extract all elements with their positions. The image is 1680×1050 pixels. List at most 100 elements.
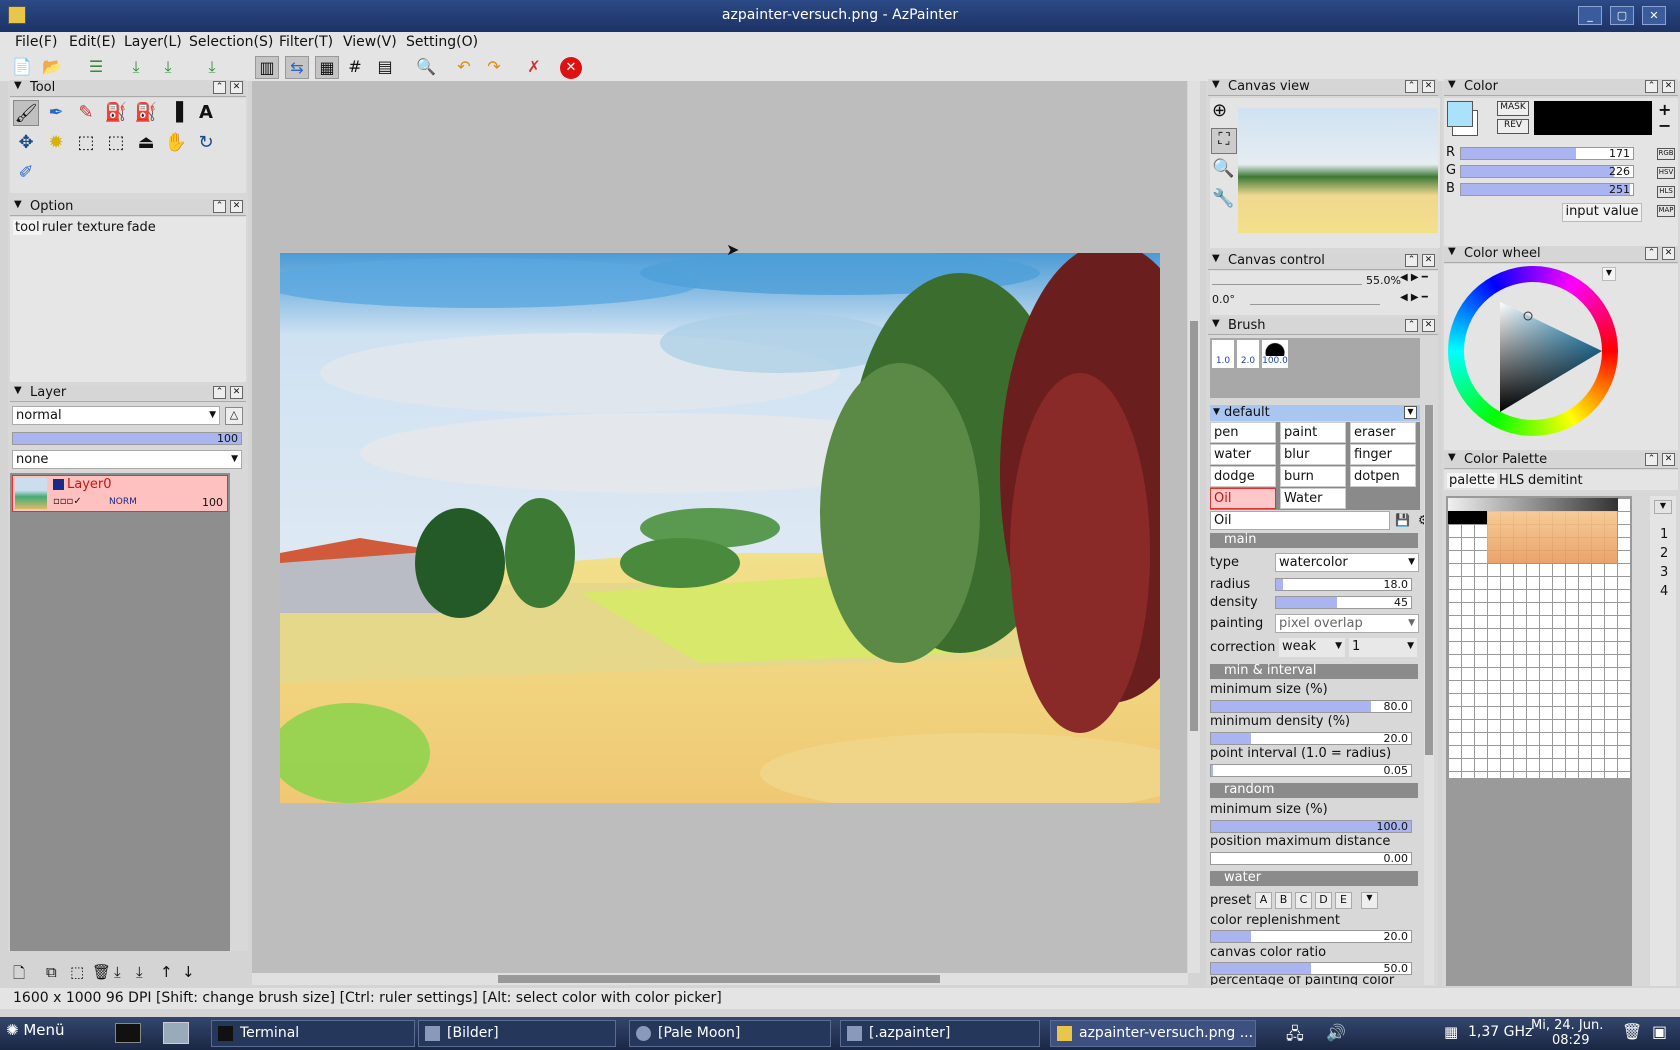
random-min-size-slider[interactable]: 100.0 bbox=[1210, 820, 1412, 833]
sv-triangle[interactable] bbox=[1448, 266, 1618, 436]
fill-erase-tool-icon[interactable]: ⛽ bbox=[133, 100, 159, 126]
zoom-slider[interactable] bbox=[1212, 273, 1362, 285]
panel-close-button[interactable]: ✕ bbox=[230, 200, 243, 213]
section-random[interactable]: random bbox=[1210, 783, 1418, 798]
layer-row-layer0[interactable]: Layer0 ▫▫▫✓ NORM 100 bbox=[12, 475, 228, 512]
brush-scrollbar[interactable] bbox=[1424, 405, 1434, 985]
stamp-tool-icon[interactable]: ⏏ bbox=[133, 130, 159, 156]
brush-burn[interactable]: burn bbox=[1280, 466, 1346, 487]
copy-layer-icon[interactable]: ⧉ bbox=[46, 963, 57, 981]
move-tool-icon[interactable]: ✥ bbox=[13, 130, 39, 156]
layout-icon[interactable]: ▥ bbox=[255, 56, 279, 79]
start-menu-button[interactable]: ✺ Menü bbox=[6, 1021, 65, 1039]
clock-time[interactable]: 08:29 bbox=[1552, 1033, 1589, 1048]
brush-tool-icon[interactable]: 🖌 bbox=[13, 100, 39, 126]
panel-close-button[interactable]: ✕ bbox=[1422, 319, 1435, 332]
zoom-icon[interactable]: 🔍 bbox=[414, 56, 438, 79]
panel-float-button[interactable]: ⌃ bbox=[213, 386, 226, 399]
menu-filter[interactable]: Filter(T) bbox=[279, 34, 333, 50]
hls-mode-button[interactable]: HLS bbox=[1657, 186, 1675, 198]
brush-size-3[interactable]: 100.0 bbox=[1262, 340, 1288, 368]
merge-all-icon[interactable]: ⤓ bbox=[136, 963, 143, 981]
show-desktop-icon[interactable]: ▣ bbox=[1652, 1022, 1667, 1041]
fg-color-swatch[interactable] bbox=[1447, 101, 1473, 127]
network-icon[interactable]: 🖧 bbox=[1286, 1023, 1304, 1050]
radius-slider[interactable]: 18.0 bbox=[1275, 578, 1412, 591]
hand-tool-icon[interactable]: ✋ bbox=[163, 130, 189, 156]
rgb-mode-button[interactable]: RGB bbox=[1657, 148, 1675, 160]
open-file-icon[interactable]: 📂 bbox=[40, 56, 64, 79]
zoom-step-buttons[interactable]: ◀ ▶ ━ bbox=[1400, 272, 1428, 283]
angle-step-buttons[interactable]: ◀ ▶ ━ bbox=[1400, 292, 1428, 303]
brush-name-field[interactable]: Oil bbox=[1210, 511, 1390, 530]
rotate-tool-icon[interactable]: ↻ bbox=[193, 130, 219, 156]
panel-float-button[interactable]: ⌃ bbox=[1645, 247, 1658, 260]
task-pale-moon[interactable]: [Pale Moon] bbox=[629, 1020, 831, 1047]
panel-close-button[interactable]: ✕ bbox=[1662, 247, 1675, 260]
delete-layer-icon[interactable]: 🗑 bbox=[92, 963, 111, 981]
brush-dotpen[interactable]: dotpen bbox=[1350, 466, 1416, 487]
brush-pen[interactable]: pen bbox=[1210, 422, 1276, 443]
panel-close-button[interactable]: ✕ bbox=[1422, 80, 1435, 93]
brush-type-select[interactable]: watercolor ▼ bbox=[1275, 553, 1419, 572]
preset-a[interactable]: A bbox=[1255, 892, 1272, 909]
fill-tool-icon[interactable]: ⛽ bbox=[103, 100, 129, 126]
hsv-mode-button[interactable]: HSV bbox=[1657, 167, 1675, 179]
undo-icon[interactable]: ↶ bbox=[452, 56, 476, 79]
interval-slider[interactable]: 0.05 bbox=[1210, 764, 1412, 777]
palette-gray-row[interactable] bbox=[1448, 498, 1618, 511]
menu-setting[interactable]: Setting(O) bbox=[406, 34, 478, 50]
painting-select[interactable]: pixel overlap ▼ bbox=[1275, 614, 1419, 633]
tab-palette[interactable]: palette bbox=[1447, 473, 1498, 488]
g-slider[interactable]: 226 bbox=[1460, 165, 1634, 178]
panel-close-button[interactable]: ✕ bbox=[230, 81, 243, 94]
vertical-scrollbar[interactable] bbox=[1188, 81, 1200, 973]
merge-down-icon[interactable]: ⤓ bbox=[114, 963, 121, 981]
brush-size-1[interactable]: 1.0 bbox=[1212, 340, 1234, 368]
panel-float-button[interactable]: ⌃ bbox=[1405, 319, 1418, 332]
task-azpainter-window[interactable]: azpainter-versuch.png ... bbox=[1050, 1020, 1256, 1047]
tab-hls[interactable]: HLS bbox=[1499, 473, 1524, 488]
panel-close-button[interactable]: ✕ bbox=[1422, 254, 1435, 267]
zoom-fit-icon[interactable]: ⊕ bbox=[1212, 100, 1227, 121]
tab-demitint[interactable]: demitint bbox=[1528, 473, 1583, 488]
palette-orange-cells[interactable] bbox=[1487, 511, 1617, 563]
brush-water-2[interactable]: Water bbox=[1280, 488, 1346, 509]
palette-page-4[interactable]: 4 bbox=[1660, 584, 1668, 599]
brush-water[interactable]: water bbox=[1210, 444, 1276, 465]
section-main[interactable]: main bbox=[1210, 533, 1418, 548]
new-file-icon[interactable]: 📄 bbox=[10, 56, 34, 79]
preset-c[interactable]: C bbox=[1295, 892, 1312, 909]
tab-texture[interactable]: texture bbox=[77, 220, 124, 235]
panel-close-button[interactable]: ✕ bbox=[230, 386, 243, 399]
brush-paint[interactable]: paint bbox=[1280, 422, 1346, 443]
text-tool-icon[interactable]: A bbox=[193, 100, 219, 126]
brush-finger[interactable]: finger bbox=[1350, 444, 1416, 465]
select-cursor-icon[interactable]: ⬚ bbox=[103, 130, 129, 156]
move-up-icon[interactable]: ↑ bbox=[160, 963, 173, 981]
color-picker-icon[interactable]: ✐ bbox=[13, 160, 39, 186]
clock-date[interactable]: Mi, 24. Jun. bbox=[1531, 1018, 1603, 1033]
split-grid-icon[interactable]: ▤ bbox=[373, 56, 397, 79]
mirror-icon[interactable]: ⇆ bbox=[285, 56, 309, 79]
min-size-slider[interactable]: 80.0 bbox=[1210, 700, 1412, 713]
panel-float-button[interactable]: ⌃ bbox=[1405, 80, 1418, 93]
task-azpainter-folder[interactable]: [.azpainter] bbox=[840, 1020, 1040, 1047]
maximize-button[interactable]: ▢ bbox=[1610, 6, 1634, 25]
menu-layer[interactable]: Layer(L) bbox=[124, 34, 182, 50]
r-slider[interactable]: 171 bbox=[1460, 147, 1634, 160]
brush-group-header[interactable]: ▼ default ▼ bbox=[1210, 405, 1420, 421]
brush-eraser[interactable]: eraser bbox=[1350, 422, 1416, 443]
b-slider[interactable]: 251 bbox=[1460, 183, 1634, 196]
save-icon[interactable]: ⤓ bbox=[124, 56, 148, 79]
panel-float-button[interactable]: ⌃ bbox=[213, 81, 226, 94]
panel-float-button[interactable]: ⌃ bbox=[1645, 80, 1658, 93]
min-density-slider[interactable]: 20.0 bbox=[1210, 732, 1412, 745]
layer-flags-icon[interactable]: ▫▫▫✓ bbox=[53, 496, 82, 507]
menu-edit[interactable]: Edit(E) bbox=[69, 34, 116, 50]
export-icon[interactable]: ⤓ bbox=[200, 56, 224, 79]
save-brush-icon[interactable]: 💾 bbox=[1395, 513, 1410, 527]
panel-close-button[interactable]: ✕ bbox=[1662, 80, 1675, 93]
replenish-slider[interactable]: 20.0 bbox=[1210, 930, 1412, 943]
section-water[interactable]: water bbox=[1210, 871, 1418, 886]
